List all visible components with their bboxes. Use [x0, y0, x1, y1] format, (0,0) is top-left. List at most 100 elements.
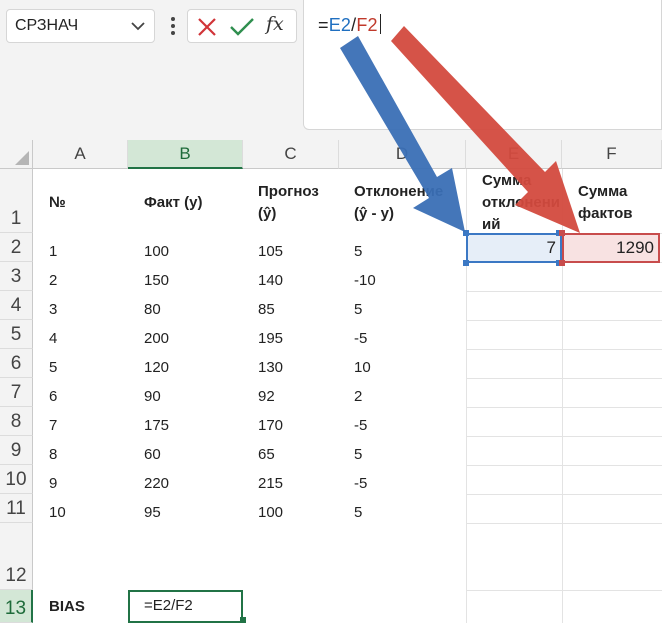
- col-header-c[interactable]: C: [243, 140, 339, 169]
- table-cell[interactable]: 10: [354, 359, 371, 376]
- cell-e1[interactable]: Сумма отклонени ий: [482, 170, 562, 236]
- table-cell[interactable]: 2: [354, 388, 362, 405]
- table-cell[interactable]: -10: [354, 272, 376, 289]
- table-cell[interactable]: 65: [258, 446, 275, 463]
- select-all-corner[interactable]: [0, 140, 33, 169]
- table-cell[interactable]: 5: [354, 301, 362, 318]
- formula-controls: fx: [187, 9, 297, 43]
- table-cell[interactable]: 92: [258, 388, 275, 405]
- text-caret: [379, 14, 381, 34]
- table-cell[interactable]: 60: [144, 446, 161, 463]
- col-header-e[interactable]: E: [466, 140, 562, 169]
- cell-f1-line1: Сумма: [578, 183, 628, 200]
- table-cell[interactable]: -5: [354, 475, 367, 492]
- table-cell[interactable]: 85: [258, 301, 275, 318]
- cell-b1[interactable]: Факт (y): [144, 192, 203, 214]
- row-header-4[interactable]: 4: [0, 291, 33, 320]
- col-header-b[interactable]: B: [128, 140, 243, 169]
- chevron-down-icon[interactable]: [130, 18, 146, 39]
- row-header-5[interactable]: 5: [0, 320, 33, 349]
- formula-ref-e2: E2: [328, 15, 352, 35]
- gridline: [466, 523, 662, 524]
- more-options-icon[interactable]: [166, 14, 180, 38]
- row-header-11[interactable]: 11: [0, 494, 33, 523]
- formula-prefix: =: [318, 15, 329, 35]
- table-cell[interactable]: 10: [49, 504, 66, 521]
- range-handle[interactable]: [559, 260, 565, 266]
- row-header-2[interactable]: 2: [0, 233, 33, 262]
- gridline: [466, 494, 662, 495]
- cell-e2[interactable]: 7: [466, 233, 562, 263]
- cell-c1[interactable]: Прогноз (ŷ): [258, 181, 339, 225]
- table-cell[interactable]: 140: [258, 272, 283, 289]
- table-cell[interactable]: 5: [354, 504, 362, 521]
- fill-handle[interactable]: [240, 617, 246, 623]
- col-header-d[interactable]: D: [339, 140, 466, 169]
- table-cell[interactable]: 105: [258, 243, 283, 260]
- row-header-3[interactable]: 3: [0, 262, 33, 291]
- table-cell[interactable]: -5: [354, 330, 367, 347]
- table-cell[interactable]: 175: [144, 417, 169, 434]
- table-cell[interactable]: 2: [49, 272, 57, 289]
- cell-d1[interactable]: Отклонение (ŷ - y): [354, 181, 466, 225]
- table-cell[interactable]: 3: [49, 301, 57, 318]
- table-cell[interactable]: 130: [258, 359, 283, 376]
- formula-bar[interactable]: =E2/F2: [303, 0, 662, 130]
- table-cell[interactable]: 1: [49, 243, 57, 260]
- cell-e1-line2: отклонени: [482, 194, 561, 211]
- name-box[interactable]: СРЗНАЧ: [6, 9, 155, 43]
- table-cell[interactable]: 80: [144, 301, 161, 318]
- cell-a1[interactable]: №: [49, 192, 66, 214]
- col-header-a[interactable]: A: [33, 140, 128, 169]
- table-cell[interactable]: 95: [144, 504, 161, 521]
- table-cell[interactable]: 90: [144, 388, 161, 405]
- cell-e1-line1: Сумма: [482, 172, 532, 189]
- name-box-value: СРЗНАЧ: [15, 17, 79, 34]
- cell-c1-line2: (ŷ): [258, 205, 277, 222]
- table-cell[interactable]: 100: [144, 243, 169, 260]
- row-header-12[interactable]: 12: [0, 523, 33, 590]
- enter-check-icon[interactable]: [229, 16, 255, 43]
- table-cell[interactable]: 5: [354, 243, 362, 260]
- cancel-icon[interactable]: [196, 16, 218, 43]
- cell-f2[interactable]: 1290: [562, 233, 660, 263]
- gridline: [466, 407, 662, 408]
- cell-a13[interactable]: BIAS: [49, 598, 85, 615]
- table-cell[interactable]: 220: [144, 475, 169, 492]
- range-handle[interactable]: [559, 230, 565, 236]
- row-header-7[interactable]: 7: [0, 378, 33, 407]
- table-cell[interactable]: 215: [258, 475, 283, 492]
- cell-d1-line1: Отклонение: [354, 183, 444, 200]
- row-header-6[interactable]: 6: [0, 349, 33, 378]
- gridline: [466, 465, 662, 466]
- table-cell[interactable]: 5: [49, 359, 57, 376]
- gridline: [466, 291, 662, 292]
- col-header-f[interactable]: F: [562, 140, 662, 169]
- cell-b13-active[interactable]: =E2/F2: [128, 590, 243, 623]
- insert-function-icon[interactable]: fx: [266, 13, 284, 35]
- table-cell[interactable]: 195: [258, 330, 283, 347]
- table-cell[interactable]: 9: [49, 475, 57, 492]
- gridline: [466, 378, 662, 379]
- gridline: [466, 320, 662, 321]
- table-cell[interactable]: 5: [354, 446, 362, 463]
- table-cell[interactable]: 200: [144, 330, 169, 347]
- table-cell[interactable]: 150: [144, 272, 169, 289]
- table-cell[interactable]: 7: [49, 417, 57, 434]
- range-handle[interactable]: [463, 260, 469, 266]
- table-cell[interactable]: 6: [49, 388, 57, 405]
- range-handle[interactable]: [463, 230, 469, 236]
- cell-f1-line2: фактов: [578, 205, 633, 222]
- table-cell[interactable]: 120: [144, 359, 169, 376]
- row-header-10[interactable]: 10: [0, 465, 33, 494]
- table-cell[interactable]: -5: [354, 417, 367, 434]
- table-cell[interactable]: 8: [49, 446, 57, 463]
- row-header-8[interactable]: 8: [0, 407, 33, 436]
- cell-f1[interactable]: Сумма фактов: [578, 181, 662, 225]
- table-cell[interactable]: 100: [258, 504, 283, 521]
- table-cell[interactable]: 4: [49, 330, 57, 347]
- row-header-1[interactable]: 1: [0, 169, 33, 233]
- table-cell[interactable]: 170: [258, 417, 283, 434]
- row-header-9[interactable]: 9: [0, 436, 33, 465]
- row-header-13[interactable]: 13: [0, 590, 33, 623]
